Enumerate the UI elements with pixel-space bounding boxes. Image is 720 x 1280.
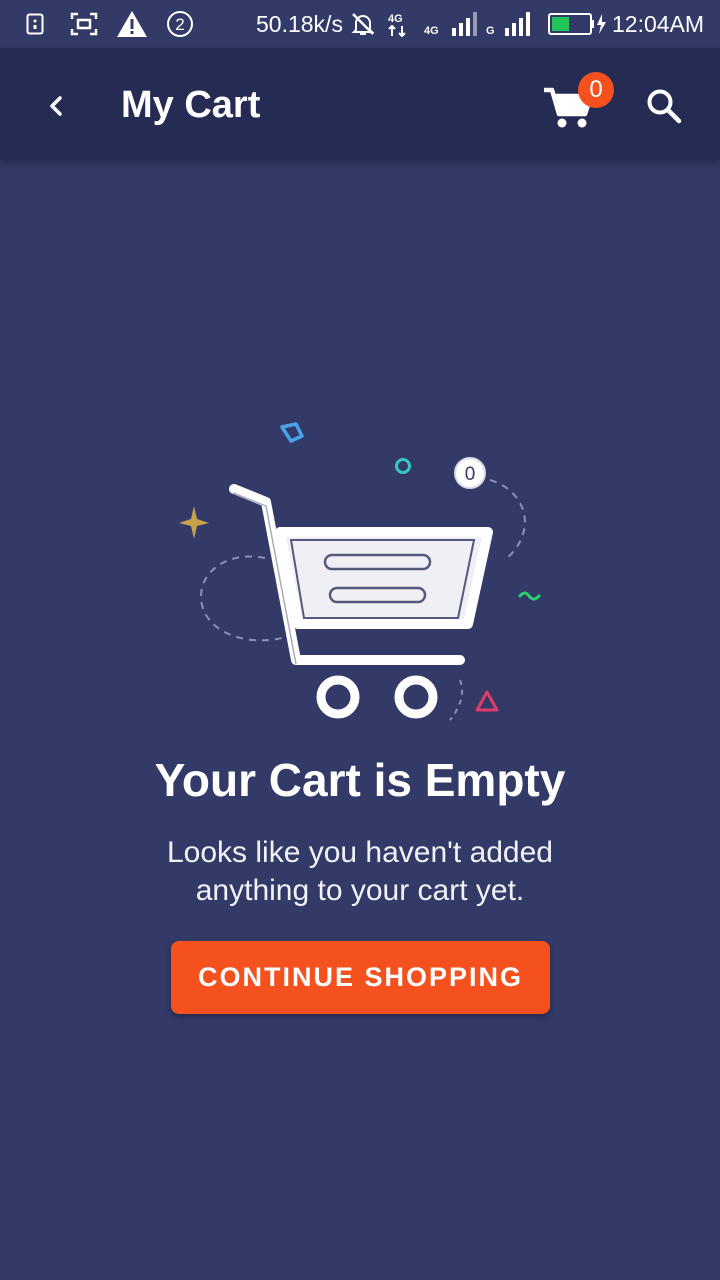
back-button[interactable] <box>30 80 82 132</box>
triangle-shape-icon <box>475 690 499 712</box>
clock: 12:04AM <box>612 11 705 37</box>
status-bar: 2 50.18k/s 4G 4G G 12:04AM <box>0 0 720 48</box>
svg-text:4G: 4G <box>388 13 403 25</box>
diamond-shape-icon <box>280 422 304 443</box>
mute-bell-icon <box>350 10 376 38</box>
signal-strength-icon-1: 4G <box>424 10 480 38</box>
screenshot-icon <box>70 10 98 38</box>
svg-text:0: 0 <box>465 464 476 485</box>
page-title: My Cart <box>121 84 261 126</box>
dashed-orbit-right <box>489 479 526 561</box>
data-arrows-icon: 4G <box>386 10 412 38</box>
back-arrow-icon <box>50 96 62 116</box>
notification-count: 2 <box>175 15 184 34</box>
signal-strength-icon-2: G <box>486 10 534 38</box>
network-type-2: G <box>486 25 495 37</box>
notification-count-icon: 2 <box>166 10 194 38</box>
cart-count-badge: 0 <box>578 72 614 108</box>
search-icon <box>647 89 682 124</box>
coin-badge-icon: 0 <box>454 457 486 489</box>
sparkle-icon <box>179 506 209 539</box>
search-button[interactable] <box>636 78 692 134</box>
network-type-1: 4G <box>424 25 439 37</box>
sim-card-icon <box>26 10 44 38</box>
app-bar: My Cart 0 <box>0 48 720 160</box>
small-circle-shape-icon <box>395 458 411 474</box>
warning-icon <box>116 10 148 38</box>
battery-charging-icon <box>548 10 608 38</box>
empty-cart-message: Looks like you haven't added anything to… <box>166 836 553 907</box>
cart-illustration-icon <box>229 484 493 719</box>
network-speed: 50.18k/s <box>256 11 343 37</box>
squiggle-shape-icon <box>518 591 541 601</box>
continue-shopping-button[interactable]: CONTINUE SHOPPING <box>171 941 550 1014</box>
dashed-orbit-bottom <box>449 679 464 721</box>
empty-cart-title: Your Cart is Empty <box>154 754 566 806</box>
empty-cart-illustration: 0 <box>179 422 541 721</box>
